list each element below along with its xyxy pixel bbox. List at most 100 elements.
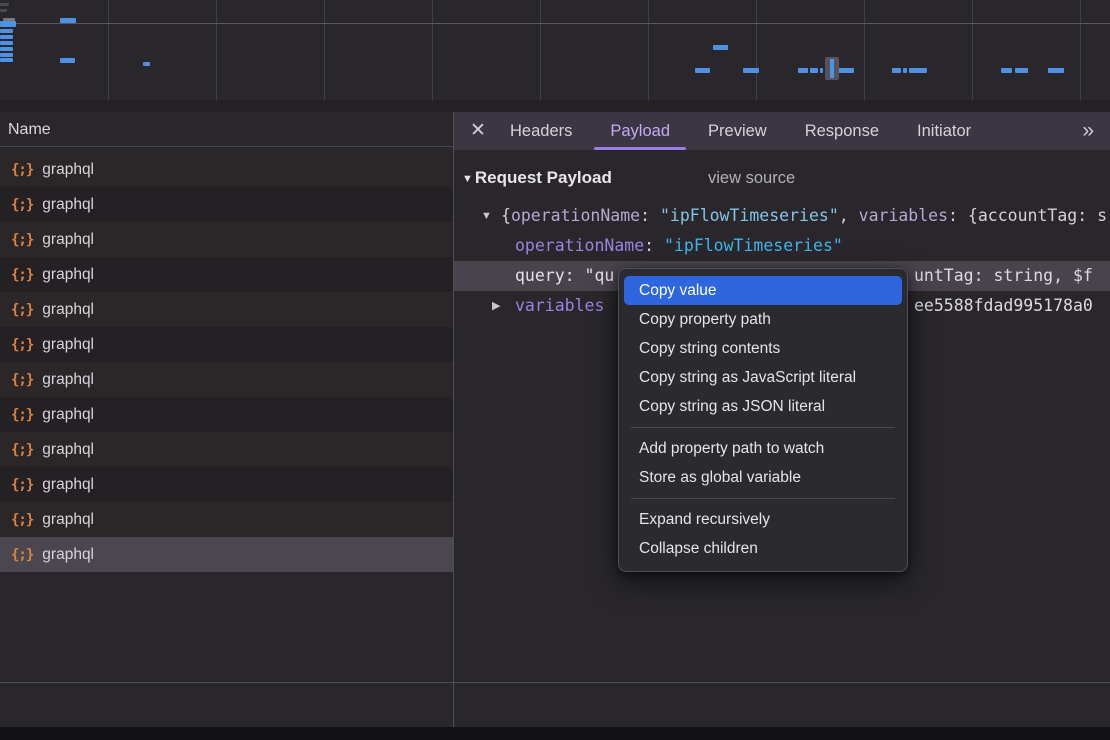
request-row[interactable]: {;} graphql [0, 327, 453, 362]
request-row[interactable]: {;} graphql [0, 257, 453, 292]
waterfall-bar [0, 58, 13, 62]
overview-gridline [108, 0, 109, 112]
menu-item-store-as-global-variable[interactable]: Store as global variable [624, 463, 902, 492]
overview-gridline [324, 0, 325, 112]
waterfall-bar [798, 68, 808, 73]
tab-headers[interactable]: Headers [510, 112, 572, 150]
section-collapse-arrow-icon[interactable]: ▼ [462, 173, 473, 185]
waterfall-bar [143, 62, 150, 66]
request-name-label: graphql [42, 231, 94, 249]
waterfall-bar [892, 68, 901, 73]
menu-separator [631, 498, 895, 499]
collapsed-arrow-icon[interactable]: ▶ [492, 291, 500, 321]
menu-item-collapse-children[interactable]: Collapse children [624, 534, 902, 563]
menu-item-add-property-path-to-watch[interactable]: Add property path to watch [624, 434, 902, 463]
overview-selection-tick [830, 59, 834, 78]
request-name-label: graphql [42, 161, 94, 179]
request-list: {;} graphql {;} graphql {;} graphql {;} graphql… [0, 152, 453, 572]
request-name-label: graphql [42, 511, 94, 529]
menu-item-copy-string-as-json-literal[interactable]: Copy string as JSON literal [624, 392, 902, 421]
tree-row-text: query: "qu [515, 261, 614, 291]
waterfall-bar [0, 21, 16, 27]
tab-preview[interactable]: Preview [708, 112, 767, 150]
request-row[interactable]: {;} graphql [0, 397, 453, 432]
waterfall-bar [0, 47, 13, 51]
request-row[interactable]: {;} graphql [0, 537, 453, 572]
waterfall-bar [909, 68, 927, 73]
request-row[interactable]: {;} graphql [0, 187, 453, 222]
json-braces-icon: {;} [11, 302, 33, 318]
request-row[interactable]: {;} graphql [0, 292, 453, 327]
waterfall-bar [713, 45, 728, 50]
request-name-label: graphql [42, 196, 94, 214]
name-column-header[interactable]: Name [0, 112, 453, 147]
waterfall-bar [810, 68, 818, 73]
request-name-label: graphql [42, 371, 94, 389]
overview-gridline [540, 0, 541, 112]
overview-gridline [972, 0, 973, 112]
request-name-label: graphql [42, 546, 94, 564]
network-overview-timeline[interactable] [0, 0, 1110, 112]
menu-item-copy-property-path[interactable]: Copy property path [624, 305, 902, 334]
json-braces-icon: {;} [11, 477, 33, 493]
json-braces-icon: {;} [11, 267, 33, 283]
request-name-label: graphql [42, 301, 94, 319]
menu-item-expand-recursively[interactable]: Expand recursively [624, 505, 902, 534]
request-row[interactable]: {;} graphql [0, 152, 453, 187]
context-menu: Copy valueCopy property pathCopy string … [618, 268, 908, 572]
overview-gridline [648, 0, 649, 112]
waterfall-bar [0, 35, 13, 39]
request-list-panel: Name {;}graphql{;}graphql{;}graphql{;}gr… [0, 112, 453, 682]
request-row[interactable]: {;} graphql [0, 467, 453, 502]
json-braces-icon: {;} [11, 407, 33, 423]
tree-row-text-fragment: untTag: string, $f [914, 261, 1093, 291]
waterfall-bar [695, 68, 710, 73]
section-title: Request Payload [475, 168, 612, 187]
overview-selection-marker[interactable] [825, 57, 839, 80]
json-braces-icon: {;} [11, 547, 33, 563]
request-name-label: graphql [42, 336, 94, 354]
waterfall-bar [0, 29, 13, 33]
json-braces-icon: {;} [11, 512, 33, 528]
name-column-header-label: Name [8, 121, 51, 138]
tab-response[interactable]: Response [805, 112, 879, 150]
request-payload-section-header[interactable]: ▼Request Payload [454, 163, 612, 193]
expanded-arrow-icon[interactable]: ▼ [481, 201, 492, 231]
request-name-label: graphql [42, 476, 94, 494]
footer-divider-line [0, 682, 1110, 683]
json-braces-icon: {;} [11, 337, 33, 353]
close-icon[interactable]: ✕ [470, 112, 494, 150]
request-row[interactable]: {;}graphql [0, 432, 453, 467]
overview-gridline [216, 0, 217, 112]
waterfall-bar [0, 53, 13, 57]
request-name-label: graphql [42, 406, 94, 424]
tab-initiator[interactable]: Initiator [917, 112, 971, 150]
menu-separator [631, 427, 895, 428]
devtools-network-panel: Name {;}graphql{;}graphql{;}graphql{;}gr… [0, 0, 1110, 740]
request-name-label: graphql [42, 441, 94, 459]
view-source-link[interactable]: view source [708, 163, 795, 193]
request-name-label: graphql [42, 266, 94, 284]
payload-tree-row[interactable]: ▼{operationName: "ipFlowTimeseries", var… [454, 201, 1110, 231]
menu-item-copy-string-as-javascript-literal[interactable]: Copy string as JavaScript literal [624, 363, 902, 392]
request-row[interactable]: {;}graphql [0, 362, 453, 397]
details-tab-bar: ✕ Headers Payload Preview Response Initiator… [454, 112, 1110, 150]
overview-gridline [756, 0, 757, 112]
json-braces-icon: {;} [11, 162, 33, 178]
waterfall-bar [0, 3, 9, 6]
json-braces-icon: {;} [11, 197, 33, 213]
request-row[interactable]: {;}graphql [0, 222, 453, 257]
menu-item-copy-value[interactable]: Copy value [624, 276, 902, 305]
payload-tree-row[interactable]: operationName: "ipFlowTimeseries" [454, 231, 1110, 261]
tab-payload[interactable]: Payload [610, 112, 670, 150]
waterfall-bar [1015, 68, 1028, 73]
request-row[interactable]: {;} graphql [0, 502, 453, 537]
waterfall-bar [903, 68, 907, 73]
menu-item-copy-string-contents[interactable]: Copy string contents [624, 334, 902, 363]
waterfall-bar [0, 9, 7, 12]
waterfall-bar [0, 41, 13, 45]
waterfall-bar [60, 18, 76, 23]
more-tabs-icon[interactable]: » [1082, 112, 1094, 150]
waterfall-bar [60, 58, 75, 63]
tree-row-text: operationName: "ipFlowTimeseries" [515, 231, 843, 261]
